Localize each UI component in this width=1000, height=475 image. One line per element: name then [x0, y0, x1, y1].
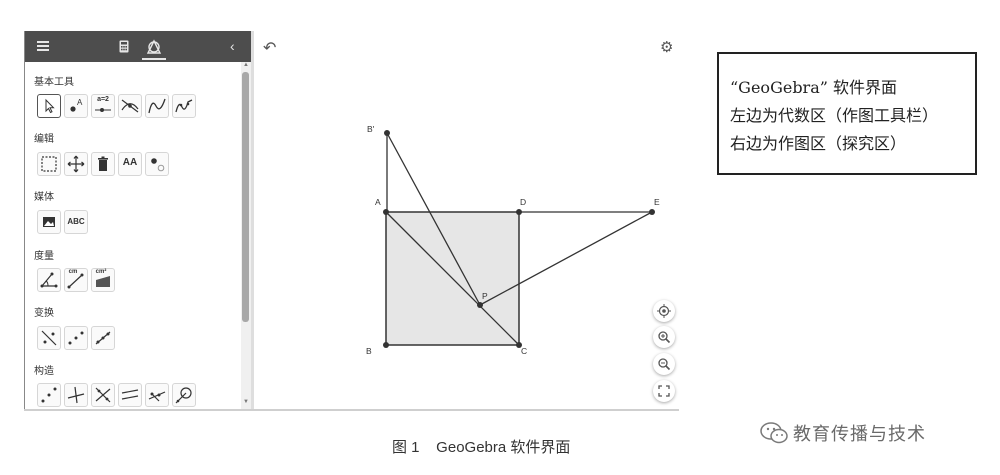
zoom-out-icon [658, 358, 671, 371]
point-b[interactable] [383, 342, 389, 348]
label-c: C [521, 346, 528, 356]
watermark-text: 教育传播与技术 [793, 424, 926, 444]
annotation-line-1: “GeoGebra” 软件界面 [730, 78, 898, 97]
label-b: B [366, 346, 372, 356]
figure-caption: 图 1 GeoGebra 软件界面 [392, 439, 571, 456]
point-e[interactable] [649, 209, 655, 215]
point-p[interactable] [477, 302, 483, 308]
window-bottom-border [24, 409, 679, 411]
fullscreen-button[interactable] [653, 380, 675, 402]
standard-view-button[interactable] [653, 300, 675, 322]
point-d[interactable] [516, 209, 522, 215]
label-p: P [482, 291, 488, 301]
annotation-line-3: 右边为作图区（探究区） [730, 134, 907, 153]
annotation-box: “GeoGebra” 软件界面 左边为代数区（作图工具栏） 右边为作图区（探究区… [717, 52, 977, 175]
point-b-prime[interactable] [384, 130, 390, 136]
label-a: A [375, 197, 381, 207]
label-e: E [654, 197, 660, 207]
zoom-in-button[interactable] [653, 326, 675, 348]
zoom-in-icon [658, 331, 671, 344]
fullscreen-icon [658, 385, 670, 397]
standard-view-icon [657, 304, 671, 318]
annotation-line-2: 左边为代数区（作图工具栏） [730, 106, 939, 125]
label-b-prime: B' [367, 124, 375, 134]
point-a[interactable] [383, 209, 389, 215]
watermark: 教育传播与技术 [757, 418, 987, 448]
wechat-icon [760, 422, 788, 444]
zoom-out-button[interactable] [653, 353, 675, 375]
label-d: D [520, 197, 527, 207]
